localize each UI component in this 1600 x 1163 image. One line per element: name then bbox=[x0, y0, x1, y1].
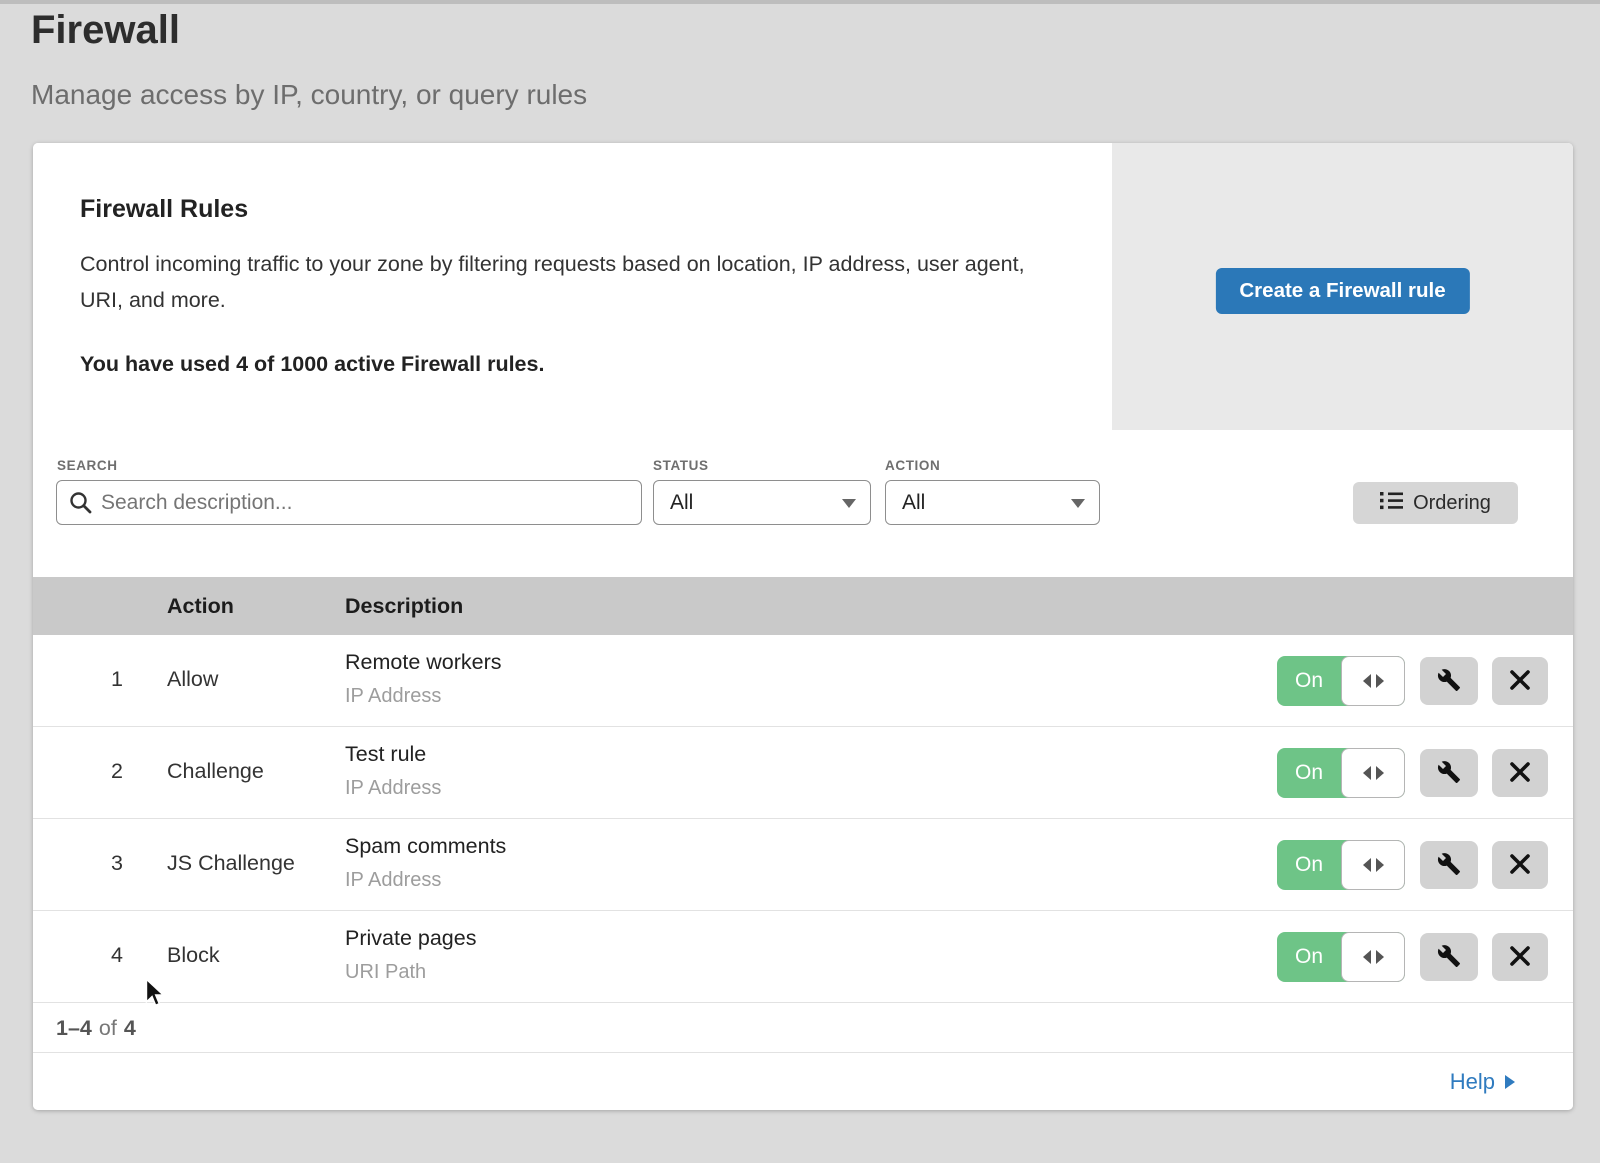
rule-controls: On bbox=[1277, 656, 1548, 706]
rule-controls: On bbox=[1277, 932, 1548, 982]
rule-match-type: IP Address bbox=[345, 777, 441, 800]
close-icon bbox=[1509, 945, 1531, 970]
rule-priority: 1 bbox=[97, 667, 137, 692]
delete-rule-button[interactable] bbox=[1492, 841, 1548, 889]
rule-enabled-toggle[interactable]: On bbox=[1277, 748, 1405, 798]
rule-enabled-toggle[interactable]: On bbox=[1277, 932, 1405, 982]
caret-right-icon bbox=[1505, 1075, 1515, 1089]
action-label: ACTION bbox=[885, 458, 940, 473]
rule-enabled-toggle[interactable]: On bbox=[1277, 656, 1405, 706]
status-label: STATUS bbox=[653, 458, 709, 473]
table-header: Action Description bbox=[33, 577, 1573, 635]
rule-enabled-toggle[interactable]: On bbox=[1277, 840, 1405, 890]
arrow-right-icon bbox=[1376, 674, 1384, 688]
wrench-icon bbox=[1437, 760, 1461, 787]
help-link-label: Help bbox=[1450, 1069, 1495, 1095]
edit-rule-button[interactable] bbox=[1420, 749, 1478, 797]
rule-action: Block bbox=[167, 943, 220, 968]
arrow-left-icon bbox=[1363, 674, 1371, 688]
rule-match-type: IP Address bbox=[345, 869, 441, 892]
close-icon bbox=[1509, 669, 1531, 694]
rule-action: Challenge bbox=[167, 759, 264, 784]
rule-description: Remote workers bbox=[345, 650, 502, 675]
arrow-left-icon bbox=[1363, 950, 1371, 964]
table-row: 2 Challenge Test rule IP Address On bbox=[33, 727, 1573, 819]
arrow-right-icon bbox=[1376, 950, 1384, 964]
pagination-range: 1–4 bbox=[56, 1016, 92, 1041]
pagination-of: of bbox=[92, 1016, 124, 1041]
arrow-left-icon bbox=[1363, 858, 1371, 872]
delete-rule-button[interactable] bbox=[1492, 749, 1548, 797]
page-header: Firewall Manage access by IP, country, o… bbox=[31, 8, 587, 111]
intro-section: Firewall Rules Control incoming traffic … bbox=[33, 143, 1112, 430]
wrench-icon bbox=[1437, 668, 1461, 695]
window-top-edge bbox=[0, 0, 1600, 4]
rule-description: Private pages bbox=[345, 926, 476, 951]
delete-rule-button[interactable] bbox=[1492, 657, 1548, 705]
pagination-total: 4 bbox=[124, 1016, 136, 1041]
arrow-right-icon bbox=[1376, 858, 1384, 872]
toggle-on-label: On bbox=[1277, 932, 1341, 982]
rule-priority: 2 bbox=[97, 759, 137, 784]
status-select[interactable]: All bbox=[653, 480, 871, 525]
help-row: Help bbox=[33, 1053, 1573, 1110]
chevron-down-icon bbox=[842, 499, 856, 508]
wrench-icon bbox=[1437, 852, 1461, 879]
toggle-on-label: On bbox=[1277, 840, 1341, 890]
card-heading: Firewall Rules bbox=[80, 195, 1052, 224]
rule-priority: 4 bbox=[97, 943, 137, 968]
rule-match-type: IP Address bbox=[345, 685, 441, 708]
toggle-handle[interactable] bbox=[1341, 656, 1405, 706]
page-title: Firewall bbox=[31, 8, 587, 53]
usage-summary: You have used 4 of 1000 active Firewall … bbox=[80, 352, 1052, 377]
help-link[interactable]: Help bbox=[1450, 1069, 1515, 1095]
search-field-wrap bbox=[56, 480, 642, 525]
column-header-action: Action bbox=[167, 594, 234, 619]
table-row: 4 Block Private pages URI Path On bbox=[33, 911, 1573, 1003]
close-icon bbox=[1509, 853, 1531, 878]
firewall-rules-card: Firewall Rules Control incoming traffic … bbox=[33, 143, 1573, 1110]
rule-description: Test rule bbox=[345, 742, 426, 767]
filters-section: SEARCH STATUS All ACTION All bbox=[33, 430, 1573, 577]
chevron-down-icon bbox=[1071, 499, 1085, 508]
table-row: 3 JS Challenge Spam comments IP Address … bbox=[33, 819, 1573, 911]
delete-rule-button[interactable] bbox=[1492, 933, 1548, 981]
search-label: SEARCH bbox=[57, 458, 118, 473]
card-description: Control incoming traffic to your zone by… bbox=[80, 246, 1040, 318]
rule-description: Spam comments bbox=[345, 834, 506, 859]
toggle-on-label: On bbox=[1277, 748, 1341, 798]
create-firewall-rule-button[interactable]: Create a Firewall rule bbox=[1215, 268, 1469, 314]
toggle-on-label: On bbox=[1277, 656, 1341, 706]
ordering-button-label: Ordering bbox=[1413, 492, 1491, 515]
rule-priority: 3 bbox=[97, 851, 137, 876]
ordering-button[interactable]: Ordering bbox=[1353, 482, 1518, 524]
action-select[interactable]: All bbox=[885, 480, 1100, 525]
page-subtitle: Manage access by IP, country, or query r… bbox=[31, 79, 587, 111]
rule-controls: On bbox=[1277, 748, 1548, 798]
toggle-handle[interactable] bbox=[1341, 748, 1405, 798]
rule-action: Allow bbox=[167, 667, 218, 692]
column-header-description: Description bbox=[345, 594, 463, 619]
edit-rule-button[interactable] bbox=[1420, 657, 1478, 705]
edit-rule-button[interactable] bbox=[1420, 933, 1478, 981]
create-rule-panel: Create a Firewall rule bbox=[1112, 143, 1573, 430]
search-input[interactable] bbox=[56, 480, 642, 525]
wrench-icon bbox=[1437, 944, 1461, 971]
toggle-handle[interactable] bbox=[1341, 840, 1405, 890]
arrow-right-icon bbox=[1376, 766, 1384, 780]
rule-controls: On bbox=[1277, 840, 1548, 890]
action-selected-value: All bbox=[902, 491, 925, 515]
card-top-section: Firewall Rules Control incoming traffic … bbox=[33, 143, 1573, 430]
ordered-list-icon bbox=[1380, 491, 1403, 516]
rule-action: JS Challenge bbox=[167, 851, 295, 876]
search-icon bbox=[69, 491, 92, 519]
toggle-handle[interactable] bbox=[1341, 932, 1405, 982]
arrow-left-icon bbox=[1363, 766, 1371, 780]
rule-match-type: URI Path bbox=[345, 961, 426, 984]
status-selected-value: All bbox=[670, 491, 693, 515]
edit-rule-button[interactable] bbox=[1420, 841, 1478, 889]
close-icon bbox=[1509, 761, 1531, 786]
table-row: 1 Allow Remote workers IP Address On bbox=[33, 635, 1573, 727]
pagination-row: 1–4 of 4 bbox=[33, 1004, 1573, 1053]
